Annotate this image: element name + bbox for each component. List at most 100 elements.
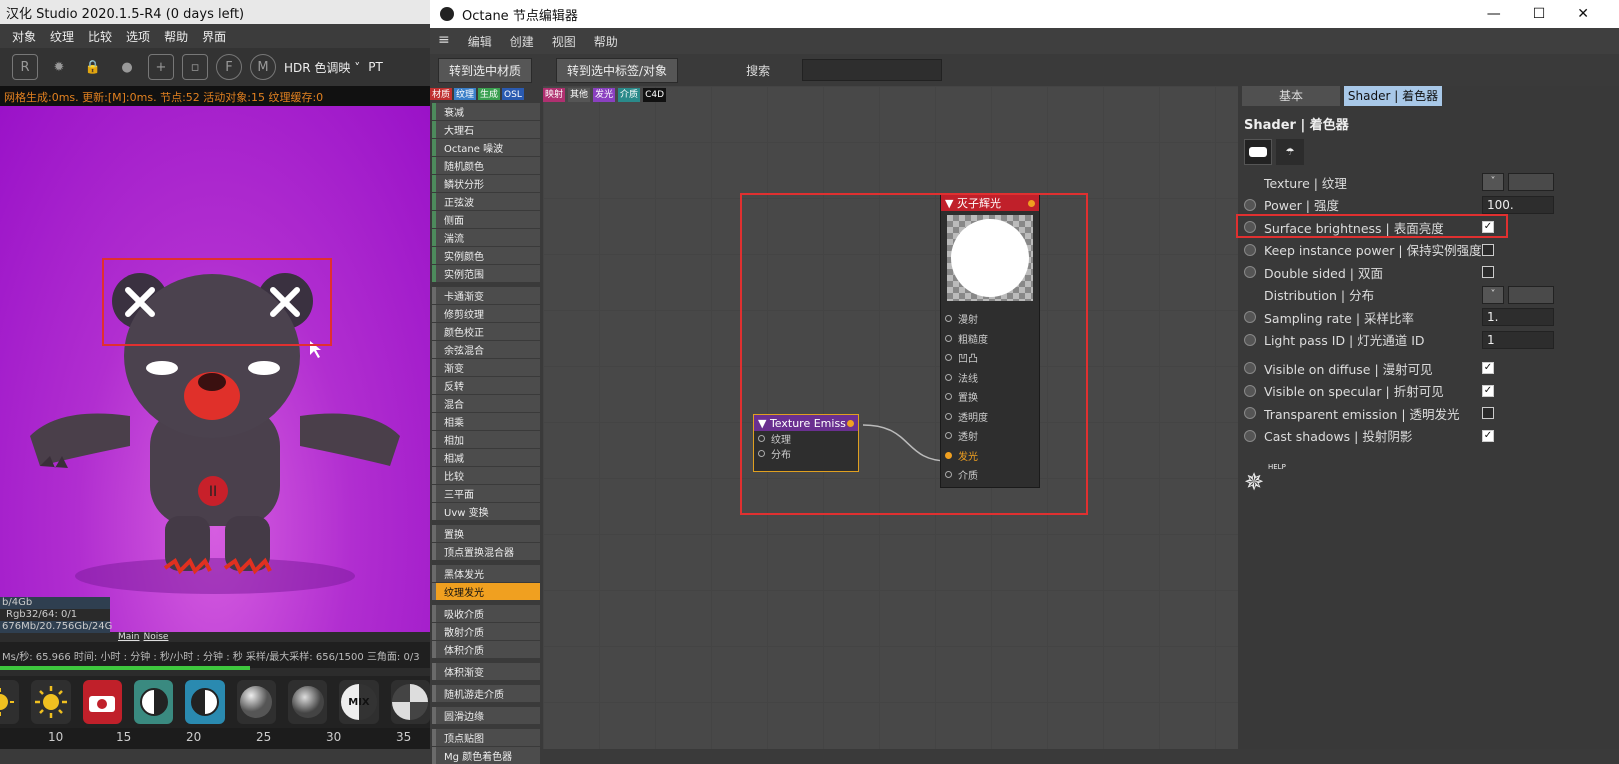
goto-material-button[interactable]: 转到选中材质 bbox=[438, 57, 533, 83]
number-field[interactable]: 100. bbox=[1482, 195, 1554, 214]
menu-help[interactable]: 帮助 bbox=[164, 28, 188, 44]
pt-label[interactable]: PT bbox=[368, 60, 383, 74]
tab-main[interactable]: Main bbox=[118, 632, 140, 642]
animate-radio-icon[interactable] bbox=[1244, 362, 1256, 375]
hamburger-icon[interactable]: ≡ bbox=[438, 33, 450, 49]
palette-tab[interactable]: 生成 bbox=[478, 88, 501, 100]
link-dropdown[interactable]: ˅ bbox=[1482, 285, 1504, 304]
portal-sphere-icon[interactable] bbox=[390, 680, 430, 724]
palette-item[interactable]: 修剪纹理 bbox=[432, 305, 540, 322]
specular-sphere-icon[interactable] bbox=[287, 680, 328, 724]
palette-item[interactable]: 衰减 bbox=[432, 103, 540, 120]
menu-interface[interactable]: 界面 bbox=[202, 28, 226, 44]
hdr-select[interactable]: HDR 色调映 ˅ bbox=[284, 59, 360, 76]
search-input[interactable] bbox=[802, 59, 943, 81]
checkbox[interactable] bbox=[1482, 266, 1494, 279]
camera-icon[interactable] bbox=[82, 680, 122, 724]
palette-item[interactable]: 颜色校正 bbox=[432, 323, 540, 340]
animate-radio-icon[interactable] bbox=[1244, 333, 1256, 346]
contrast-icon[interactable] bbox=[185, 680, 225, 724]
animate-radio-icon[interactable] bbox=[1244, 407, 1256, 420]
palette-item[interactable]: 体积介质 bbox=[432, 641, 540, 658]
palette-item[interactable]: 实例范围 bbox=[432, 265, 540, 282]
palette-item[interactable]: 混合 bbox=[432, 395, 540, 412]
help-icon[interactable]: ✵ bbox=[1244, 468, 1274, 498]
palette-item[interactable]: 黑体发光 bbox=[432, 565, 540, 582]
focus-icon[interactable]: F bbox=[216, 54, 242, 80]
palette-item[interactable]: 随机颜色 bbox=[432, 157, 540, 174]
menu-texture[interactable]: 纹理 bbox=[50, 28, 74, 44]
menu-object[interactable]: 对象 bbox=[12, 28, 36, 44]
close-icon[interactable]: ✕ bbox=[1577, 6, 1589, 22]
material-pick-icon[interactable]: M bbox=[250, 54, 276, 80]
palette-item[interactable]: 相加 bbox=[432, 431, 540, 448]
link-slot[interactable] bbox=[1508, 285, 1554, 304]
menu-compare[interactable]: 比较 bbox=[88, 28, 112, 44]
palette-item[interactable]: 渐变 bbox=[432, 359, 540, 376]
half-circle-icon[interactable] bbox=[133, 680, 174, 724]
timeline-ruler[interactable]: 10 15 20 25 30 35 bbox=[0, 728, 430, 749]
palette-tab[interactable]: 材质 bbox=[430, 88, 453, 100]
palette-item[interactable]: 顶点置换混合器 bbox=[432, 543, 540, 560]
menu-edit[interactable]: 编辑 bbox=[468, 33, 492, 49]
sun-icon[interactable] bbox=[0, 680, 20, 724]
palette-item[interactable]: 湍流 bbox=[432, 229, 540, 246]
tab-noise[interactable]: Noise bbox=[144, 632, 169, 642]
tab-shader[interactable]: Shader | 着色器 bbox=[1344, 86, 1442, 106]
animate-radio-icon[interactable] bbox=[1244, 311, 1256, 324]
minimize-icon[interactable]: — bbox=[1487, 6, 1501, 22]
animate-radio-icon[interactable] bbox=[1244, 384, 1256, 397]
sphere-icon[interactable]: ● bbox=[114, 54, 140, 80]
glossy-sphere-icon[interactable] bbox=[236, 680, 276, 724]
palette-item[interactable]: 圆滑边缘 bbox=[432, 707, 540, 724]
palette-item[interactable]: 纹理发光 bbox=[432, 583, 540, 600]
checkbox[interactable] bbox=[1482, 407, 1494, 420]
animate-radio-icon[interactable] bbox=[1244, 429, 1256, 442]
restart-icon[interactable]: R bbox=[12, 54, 38, 80]
menu-view[interactable]: 视图 bbox=[552, 33, 576, 49]
menu-create[interactable]: 创建 bbox=[510, 33, 534, 49]
menu-help[interactable]: 帮助 bbox=[594, 33, 618, 49]
link-dropdown[interactable]: ˅ bbox=[1482, 173, 1504, 192]
goto-tag-button[interactable]: 转到选中标签/对象 bbox=[556, 57, 679, 83]
palette-item[interactable]: Octane 噪波 bbox=[432, 139, 540, 156]
palette-item[interactable]: 卡通渐变 bbox=[432, 287, 540, 304]
palette-item[interactable]: 相减 bbox=[432, 449, 540, 466]
palette-item[interactable]: 随机游走介质 bbox=[432, 685, 540, 702]
animate-radio-icon[interactable] bbox=[1244, 198, 1256, 211]
film-region-icon[interactable]: ▫ bbox=[182, 54, 208, 80]
gear-icon[interactable]: ✹ bbox=[46, 54, 72, 80]
palette-item[interactable]: 鳞状分形 bbox=[432, 175, 540, 192]
checkbox[interactable]: ✓ bbox=[1482, 362, 1494, 375]
number-field[interactable]: 1 bbox=[1482, 330, 1554, 349]
palette-item[interactable]: 吸收介质 bbox=[432, 605, 540, 622]
animate-radio-icon[interactable] bbox=[1244, 243, 1256, 256]
palette-item[interactable]: Uvw 变换 bbox=[432, 503, 540, 520]
number-field[interactable]: 1. bbox=[1482, 308, 1554, 327]
palette-item[interactable]: 体积渐变 bbox=[432, 663, 540, 680]
node-canvas[interactable]: 映射 其他 发光 介质 C4D ▼ Texture Emiss 纹理 分布 ▼ 灭子辉光… bbox=[543, 86, 1238, 749]
ies-light-icon[interactable]: ☂ bbox=[1276, 139, 1304, 165]
tab-basic[interactable]: 基本 bbox=[1242, 86, 1340, 106]
region-icon[interactable]: + bbox=[148, 54, 174, 80]
palette-item[interactable]: 侧面 bbox=[432, 211, 540, 228]
link-slot[interactable] bbox=[1508, 173, 1554, 192]
palette-item[interactable]: 三平面 bbox=[432, 485, 540, 502]
palette-item[interactable]: 实例颜色 bbox=[432, 247, 540, 264]
palette-item[interactable]: 正弦波 bbox=[432, 193, 540, 210]
mix-material-icon[interactable]: MIX bbox=[339, 680, 379, 724]
checkbox[interactable]: ✓ bbox=[1482, 384, 1494, 397]
checkbox[interactable]: ✓ bbox=[1482, 429, 1494, 442]
palette-item[interactable]: Mg 颜色着色器 bbox=[432, 747, 540, 764]
menu-options[interactable]: 选项 bbox=[126, 28, 150, 44]
palette-item[interactable]: 相乘 bbox=[432, 413, 540, 430]
palette-item[interactable]: 散射介质 bbox=[432, 623, 540, 640]
checkbox[interactable] bbox=[1482, 243, 1494, 256]
animate-radio-icon[interactable] bbox=[1244, 266, 1256, 279]
palette-item[interactable]: 余弦混合 bbox=[432, 341, 540, 358]
maximize-icon[interactable]: ☐ bbox=[1533, 6, 1546, 22]
area-light-icon[interactable] bbox=[1244, 139, 1272, 165]
palette-item[interactable]: 大理石 bbox=[432, 121, 540, 138]
palette-item[interactable]: 比较 bbox=[432, 467, 540, 484]
palette-tab[interactable]: OSL bbox=[502, 88, 524, 100]
